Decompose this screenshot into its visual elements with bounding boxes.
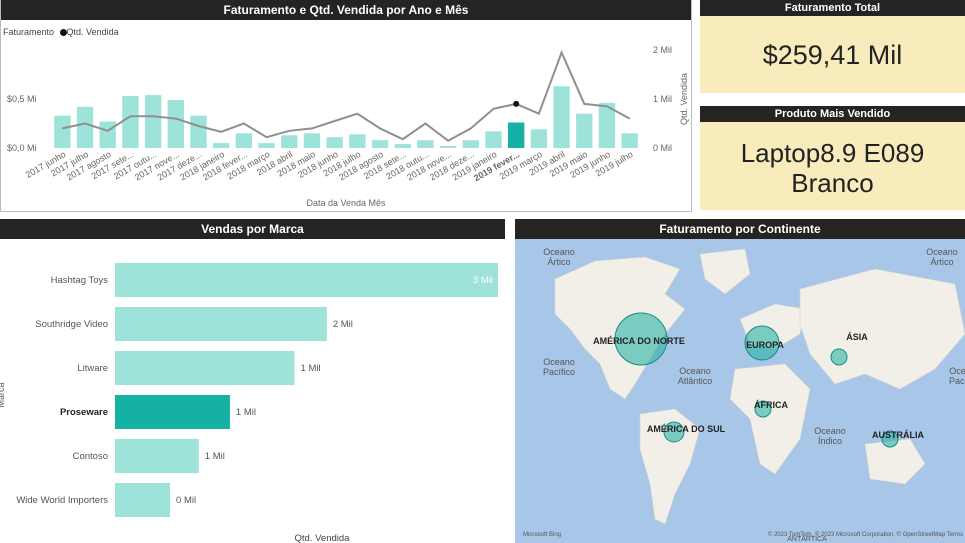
bar-faturamento <box>439 146 457 148</box>
continent-label: AMÉRICA DO SUL <box>647 424 726 434</box>
kpi-total-value: $259,41 Mil <box>762 40 903 70</box>
bar-faturamento <box>167 99 184 148</box>
ocean-label: Oceano <box>543 247 575 257</box>
map-panel: Faturamento por Continente Oceano Ártico O… <box>515 219 965 543</box>
brand-chart-title: Vendas por Marca <box>0 219 505 239</box>
bar-faturamento <box>621 133 638 148</box>
brand-bar <box>115 307 327 341</box>
brand-label: Hashtag Toys <box>51 275 109 286</box>
bar-faturamento <box>213 143 230 148</box>
y-right-tick: 2 Mil <box>653 45 672 55</box>
y-left-tick: $0,5 Mi <box>7 94 37 104</box>
bar-faturamento <box>326 137 343 148</box>
brand-data-label: 1 Mil <box>236 407 256 418</box>
kpi-total-title: Faturamento Total <box>700 0 965 16</box>
ocean-label: Pacífico <box>949 376 965 386</box>
bar-faturamento <box>530 129 548 148</box>
bar-faturamento <box>281 135 298 148</box>
brand-data-label: 0 Mil <box>176 495 196 506</box>
brand-label: Litware <box>77 363 108 374</box>
ocean-label: Oceano <box>679 366 711 376</box>
bar-faturamento <box>54 115 71 148</box>
brand-label: Contoso <box>73 451 108 462</box>
bar-faturamento <box>122 96 139 148</box>
bar-faturamento <box>576 113 593 148</box>
combo-chart-svg: $0,5 Mi $0,0 Mi 2 Mil 1 Mil 0 Mil Qtd. Vendid… <box>7 45 689 208</box>
ocean-label: Oceano <box>814 426 846 436</box>
map-title: Faturamento por Continente <box>515 219 965 239</box>
brand-data-label: 1 Mil <box>301 363 321 374</box>
kpi-product-title: Produto Mais Vendido <box>700 106 965 122</box>
x-axis-label: Qtd. Vendida <box>295 533 351 543</box>
y-right-axis-label: Qtd. Vendida <box>679 73 689 125</box>
map-attribution-left: Microsoft Bing <box>523 532 561 538</box>
brand-label: Wide World Importers <box>16 495 108 506</box>
continent-label: EUROPA <box>746 340 784 350</box>
brand-bar <box>115 351 295 385</box>
brand-label: Southridge Video <box>35 319 108 330</box>
kpi-product-card: Produto Mais Vendido Laptop8.9 E089 Bran… <box>700 106 965 210</box>
kpi-total-card: Faturamento Total $259,41 Mil <box>700 0 965 93</box>
brand-bar <box>115 263 498 297</box>
ocean-label: Atlântico <box>678 376 713 386</box>
brand-data-label: 3 Mil <box>473 275 493 286</box>
y-right-tick: 1 Mil <box>653 94 672 104</box>
brand-data-label: 1 Mil <box>205 451 225 462</box>
ocean-label: Oceano <box>949 366 965 376</box>
continent-label: AUSTRÁLIA <box>872 430 924 440</box>
brand-bar <box>115 439 199 473</box>
world-map[interactable]: OceanoÁrticoOceanoÁrticoOceanoPacífico Oc… <box>515 239 965 543</box>
brand-bar <box>115 483 171 517</box>
kpi-product-value-line1: Laptop8.9 E089 <box>740 138 925 168</box>
antarctica-label: ANTÁRTICA <box>787 534 827 543</box>
bar-faturamento <box>462 140 479 148</box>
ocean-label: Ártico <box>547 257 570 267</box>
bar-faturamento <box>485 131 502 148</box>
brand-chart-svg: Hashtag Toys 3 Mil Southridge Video 2 Mil Li… <box>0 263 498 543</box>
bar-faturamento <box>190 115 207 148</box>
ocean-label: Índico <box>818 436 842 446</box>
y-left-tick: $0,0 Mi <box>7 143 37 153</box>
bar-faturamento <box>235 133 253 148</box>
continent-label: AMÉRICA DO NORTE <box>593 336 685 346</box>
bar-faturamento <box>508 122 525 148</box>
combo-chart-panel: Faturamento e Qtd. Vendida por Ano e Mês… <box>0 0 692 212</box>
line-point-highlight <box>513 100 520 107</box>
bar-faturamento <box>99 121 116 148</box>
bar-faturamento <box>394 144 411 148</box>
brand-data-label: 2 Mil <box>333 319 353 330</box>
ocean-label: Oceano <box>543 357 575 367</box>
bar-faturamento <box>371 140 389 148</box>
y-right-tick: 0 Mil <box>653 143 672 153</box>
ocean-label: Ártico <box>930 257 953 267</box>
brand-chart-panel: Vendas por Marca Hashtag Toys 3 Mil Southr… <box>0 219 505 543</box>
ocean-label: Pacífico <box>543 367 575 377</box>
continent-label: ÁSIA <box>846 332 868 342</box>
continent-bubble <box>830 348 848 366</box>
x-axis-label: Data da Venda Mês <box>306 198 386 208</box>
bar-faturamento <box>349 134 366 148</box>
continent-label: ÁFRICA <box>754 400 788 410</box>
combo-chart-title: Faturamento e Qtd. Vendida por Ano e Mês <box>1 0 691 20</box>
bar-faturamento <box>76 106 94 148</box>
ocean-label: Oceano <box>926 247 958 257</box>
kpi-product-value-line2: Branco <box>791 168 874 198</box>
y-axis-label: Marca <box>0 382 6 407</box>
bar-faturamento <box>258 143 275 148</box>
bar-faturamento <box>144 95 162 148</box>
brand-bar <box>115 395 230 429</box>
bar-faturamento <box>303 133 321 148</box>
bar-faturamento <box>553 86 570 148</box>
brand-label: Proseware <box>60 407 108 418</box>
bar-faturamento <box>417 140 434 148</box>
